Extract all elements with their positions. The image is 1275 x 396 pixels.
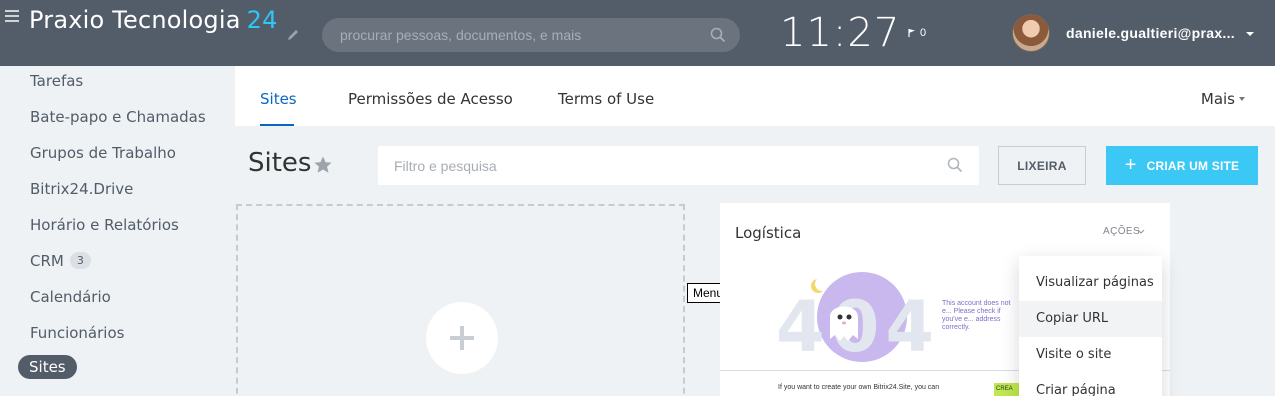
global-search[interactable]	[322, 18, 740, 52]
ghost-icon	[830, 306, 858, 341]
chevron-down-icon[interactable]	[1137, 228, 1145, 236]
menu-item-visit-site[interactable]: Visite o site	[1019, 337, 1162, 373]
plus-icon[interactable]	[426, 302, 498, 374]
flag-icon	[908, 29, 915, 37]
add-site-tile[interactable]	[236, 204, 685, 396]
user-avatar[interactable]	[1012, 14, 1050, 52]
more-menu[interactable]: Mais	[1201, 90, 1245, 108]
crm-count-badge: 3	[69, 252, 91, 269]
sidebar-item-chat[interactable]: Bate-papo e Chamadas	[30, 108, 206, 126]
sidebar-item-calendar[interactable]: Calendário	[30, 288, 111, 306]
site-title[interactable]: Logística	[735, 224, 801, 242]
chevron-down-icon[interactable]	[1246, 32, 1254, 36]
chevron-down-icon	[1239, 97, 1245, 101]
brand-name: Praxio Tecnologia	[29, 6, 241, 34]
sidebar-item-label: CRM	[30, 252, 64, 270]
trash-button[interactable]: LIXEIRA	[998, 146, 1086, 185]
sidebar-item-sites[interactable]: Sites	[18, 355, 77, 379]
active-tab-indicator	[260, 124, 294, 126]
menu-item-view-pages[interactable]: Visualizar páginas	[1019, 265, 1162, 301]
sidebar-item-tarefas[interactable]: Tarefas	[30, 72, 83, 90]
sidebar-item-time-reports[interactable]: Horário e Relatórios	[30, 216, 179, 234]
menu-item-create-page[interactable]: Criar página	[1019, 373, 1162, 396]
sidebar-item-crm[interactable]: CRM 3	[30, 252, 91, 270]
menu-item-copy-url[interactable]: Copiar URL	[1019, 301, 1162, 337]
filter-search[interactable]	[378, 146, 979, 185]
edit-pencil-icon[interactable]	[285, 27, 301, 43]
more-label: Mais	[1200, 90, 1235, 108]
sidebar-item-drive[interactable]: Bitrix24.Drive	[30, 180, 133, 198]
sidebar-item-employees[interactable]: Funcionários	[30, 324, 124, 342]
create-site-label: CRIAR UM SITE	[1146, 158, 1240, 173]
left-sidebar: Tarefas Bate-papo e Chamadas Grupos de T…	[0, 66, 235, 396]
tab-access-permissions[interactable]: Permissões de Acesso	[348, 90, 513, 108]
portal-brand[interactable]: Praxio Tecnologia 24	[29, 6, 278, 34]
create-site-button[interactable]: + CRIAR UM SITE	[1106, 146, 1258, 185]
site-actions-button[interactable]: AÇÕES	[1103, 226, 1140, 237]
brand-number: 24	[246, 6, 278, 34]
top-header: Praxio Tecnologia24 11:27 0 daniele.gual…	[0, 0, 1275, 66]
menu-icon[interactable]	[5, 10, 19, 22]
notifications[interactable]: 0	[908, 27, 926, 39]
clock[interactable]: 11:27	[780, 10, 900, 56]
filter-input[interactable]	[394, 146, 934, 185]
tab-bar: Sites Permissões de Acesso Terms of Use …	[235, 66, 1275, 126]
search-input[interactable]	[340, 18, 700, 52]
sidebar-item-groups[interactable]: Grupos de Trabalho	[30, 144, 176, 162]
page-title: Sites	[248, 148, 312, 178]
user-name[interactable]: daniele.gualtieri@prax...	[1066, 25, 1235, 41]
favorite-star-icon[interactable]	[313, 155, 333, 175]
preview-footer-text: If you want to create your own Bitrix24.…	[778, 384, 940, 391]
notification-count: 0	[920, 27, 927, 39]
site-actions-menu: Visualizar páginas Copiar URL Visite o s…	[1019, 256, 1162, 396]
tab-terms-of-use[interactable]: Terms of Use	[558, 90, 654, 108]
search-icon[interactable]	[710, 27, 726, 43]
tab-sites[interactable]: Sites	[260, 90, 297, 108]
plus-icon: +	[1124, 153, 1137, 176]
search-icon[interactable]	[947, 157, 963, 173]
preview-message: This account does not e... Please check …	[942, 300, 1011, 331]
moon-icon	[815, 277, 829, 291]
